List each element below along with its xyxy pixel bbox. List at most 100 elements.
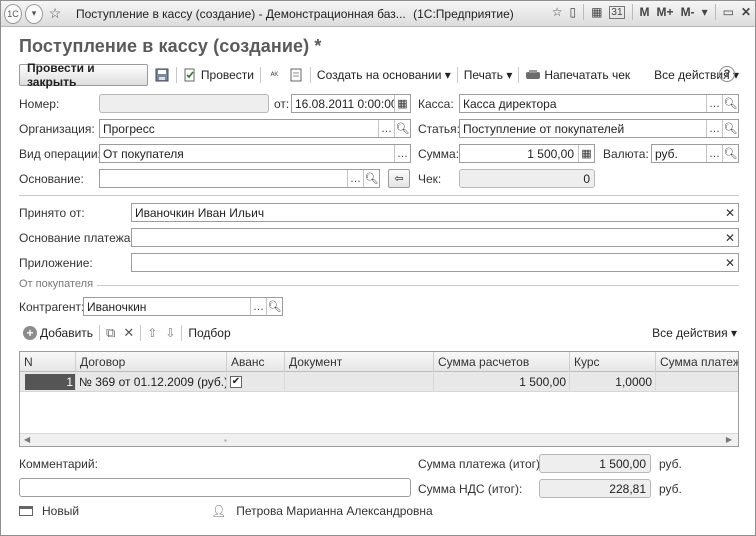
post-button[interactable]: Провести bbox=[201, 68, 254, 82]
add-row-icon[interactable]: + bbox=[23, 326, 37, 340]
minimize-icon[interactable]: ▭ bbox=[723, 5, 734, 19]
move-down-icon[interactable]: ⇩ bbox=[165, 326, 175, 340]
statya-label: Статья: bbox=[418, 122, 461, 136]
payments-table[interactable]: N Договор Аванс Документ Сумма расчетов … bbox=[19, 351, 739, 447]
scroll-thumb[interactable]: ▪ bbox=[224, 436, 227, 445]
date-field[interactable]: 16.08.2011 0:00:00 ▦ bbox=[291, 94, 411, 113]
horizontal-scrollbar[interactable]: ◀ ▪ ▶ bbox=[20, 433, 738, 446]
number-field[interactable] bbox=[99, 94, 269, 113]
print-check-button[interactable]: Напечатать чек bbox=[544, 68, 630, 82]
operation-type-select-icon[interactable]: … bbox=[394, 145, 410, 162]
table-all-actions-menu[interactable]: Все действия ▾ bbox=[652, 326, 737, 340]
basis-field[interactable]: … 🔍︎ bbox=[99, 169, 380, 188]
cell-payment[interactable] bbox=[656, 372, 738, 392]
operation-type-field[interactable]: От покупателя … bbox=[99, 144, 411, 163]
app-logo-icon[interactable]: 1С bbox=[4, 3, 22, 24]
statya-open-icon[interactable]: 🔍︎ bbox=[722, 120, 738, 137]
attachment-field[interactable]: ✕ bbox=[131, 253, 739, 272]
column-header-advance[interactable]: Аванс bbox=[227, 352, 285, 372]
create-based-on-menu[interactable]: Создать на основании ▾ bbox=[317, 68, 451, 82]
favorite-add-icon[interactable]: ☆ bbox=[552, 5, 563, 19]
window-title: Поступление в кассу (создание) - Демонст… bbox=[76, 6, 406, 21]
post-document-icon[interactable] bbox=[183, 67, 198, 83]
cell-n[interactable]: 1 bbox=[20, 372, 76, 392]
payment-basis-field[interactable]: ✕ bbox=[131, 228, 739, 247]
currency-select-icon[interactable]: … bbox=[706, 145, 722, 162]
dropdown-arrow-icon[interactable]: ▾ bbox=[702, 5, 708, 19]
received-from-field[interactable]: Иваночкин Иван Ильич ✕ bbox=[131, 203, 739, 222]
kassa-label: Касса: bbox=[418, 97, 454, 111]
comment-label: Комментарий: bbox=[19, 457, 98, 471]
basis-select-icon[interactable]: … bbox=[347, 170, 363, 187]
contractor-label: Контрагент: bbox=[19, 300, 85, 314]
calculator-icon[interactable]: ▦ bbox=[591, 5, 602, 19]
delete-row-icon[interactable]: ✕ bbox=[123, 325, 134, 341]
scroll-left-icon[interactable]: ◀ bbox=[24, 435, 30, 444]
column-header-contract[interactable]: Договор bbox=[76, 352, 227, 372]
cell-document[interactable] bbox=[285, 372, 434, 392]
calendar-picker-icon[interactable]: ▦ bbox=[394, 95, 410, 112]
contractor-open-icon[interactable]: 🔍︎ bbox=[266, 298, 282, 315]
scroll-right-icon[interactable]: ▶ bbox=[726, 435, 732, 444]
column-header-n[interactable]: N bbox=[20, 352, 76, 372]
kassa-open-icon[interactable]: 🔍︎ bbox=[722, 95, 738, 112]
close-icon[interactable]: ✕ bbox=[741, 5, 751, 19]
save-icon[interactable] bbox=[155, 67, 170, 83]
number-label: Номер: bbox=[19, 97, 60, 111]
contractor-field[interactable]: Иваночкин … 🔍︎ bbox=[83, 297, 283, 316]
cell-contract[interactable]: № 369 от 01.12.2009 (руб.) bbox=[76, 372, 227, 392]
column-header-rate[interactable]: Курс bbox=[570, 352, 656, 372]
pick-button[interactable]: Подбор bbox=[188, 326, 230, 340]
column-header-document[interactable]: Документ bbox=[285, 352, 434, 372]
menu-chevron-icon[interactable]: ▾ bbox=[25, 3, 43, 24]
received-from-clear-icon[interactable]: ✕ bbox=[722, 204, 738, 221]
currency-field[interactable]: руб. … 🔍︎ bbox=[651, 144, 739, 163]
report-icon[interactable] bbox=[289, 67, 304, 83]
organization-field[interactable]: Прогресс … 🔍︎ bbox=[99, 119, 411, 138]
payment-basis-clear-icon[interactable]: ✕ bbox=[722, 229, 738, 246]
basis-open-icon[interactable]: 🔍︎ bbox=[363, 170, 379, 187]
cell-rate[interactable]: 1,0000 bbox=[570, 372, 656, 392]
favorite-star-icon[interactable]: ☆ bbox=[46, 4, 64, 24]
title-right-controls: ☆ ▯ ▦ 31 M M+ M- ▾ ▭ ✕ bbox=[552, 4, 751, 20]
cell-sum[interactable]: 1 500,00 bbox=[434, 372, 570, 392]
vat-total-field[interactable]: 228,81 bbox=[539, 479, 651, 498]
kassa-value: Касса директора bbox=[463, 96, 557, 111]
print-menu[interactable]: Печать ▾ bbox=[464, 68, 513, 82]
table-toolbar: + Добавить ⧉ ✕ ⇧ ⇩ Подбор Все действия ▾ bbox=[19, 323, 739, 343]
help-icon[interactable]: ? bbox=[719, 66, 735, 82]
memory-mplus-button[interactable]: M+ bbox=[657, 5, 674, 19]
move-up-icon[interactable]: ⇧ bbox=[147, 326, 157, 340]
column-header-sum[interactable]: Сумма расчетов bbox=[434, 352, 570, 372]
user-icon: 👤︎ bbox=[211, 504, 227, 518]
cell-advance[interactable]: ✔ bbox=[227, 372, 285, 392]
kassa-field[interactable]: Касса директора … 🔍︎ bbox=[459, 94, 739, 113]
add-row-button[interactable]: Добавить bbox=[40, 326, 93, 340]
statya-field[interactable]: Поступление от покупателей … 🔍︎ bbox=[459, 119, 739, 138]
summa-field[interactable]: 1 500,00 ▦ bbox=[459, 144, 595, 163]
summa-calculator-icon[interactable]: ▦ bbox=[578, 145, 594, 162]
cash-register-icon[interactable] bbox=[525, 67, 541, 83]
check-field[interactable]: 0 bbox=[459, 169, 595, 188]
attachment-clear-icon[interactable]: ✕ bbox=[722, 254, 738, 271]
fill-by-basis-icon[interactable]: ⇦ bbox=[388, 169, 410, 188]
form-toolbar: Провести и закрыть Провести ᴬᴷ Создать н… bbox=[19, 61, 739, 89]
kassa-select-icon[interactable]: … bbox=[706, 95, 722, 112]
memory-m-button[interactable]: M bbox=[640, 5, 650, 19]
comment-field[interactable] bbox=[19, 478, 411, 497]
organization-select-icon[interactable]: … bbox=[378, 120, 394, 137]
payment-total-field[interactable]: 1 500,00 bbox=[539, 454, 651, 473]
statya-select-icon[interactable]: … bbox=[706, 120, 722, 137]
currency-open-icon[interactable]: 🔍︎ bbox=[722, 145, 738, 162]
table-row[interactable]: 1 № 369 от 01.12.2009 (руб.) ✔ 1 500,00 … bbox=[20, 372, 738, 392]
post-and-close-button[interactable]: Провести и закрыть bbox=[19, 61, 148, 89]
copy-row-icon[interactable]: ⧉ bbox=[106, 325, 115, 341]
column-header-payment[interactable]: Сумма платежа bbox=[656, 352, 738, 372]
calendar-icon[interactable]: 31 bbox=[609, 5, 625, 19]
contractor-select-icon[interactable]: … bbox=[250, 298, 266, 315]
copy-doc-icon[interactable]: ▯ bbox=[569, 5, 576, 19]
movements-icon[interactable]: ᴬᴷ bbox=[267, 67, 282, 83]
memory-mminus-button[interactable]: M- bbox=[681, 5, 695, 19]
organization-open-icon[interactable]: 🔍︎ bbox=[394, 120, 410, 137]
advance-checkbox[interactable]: ✔ bbox=[230, 376, 242, 388]
